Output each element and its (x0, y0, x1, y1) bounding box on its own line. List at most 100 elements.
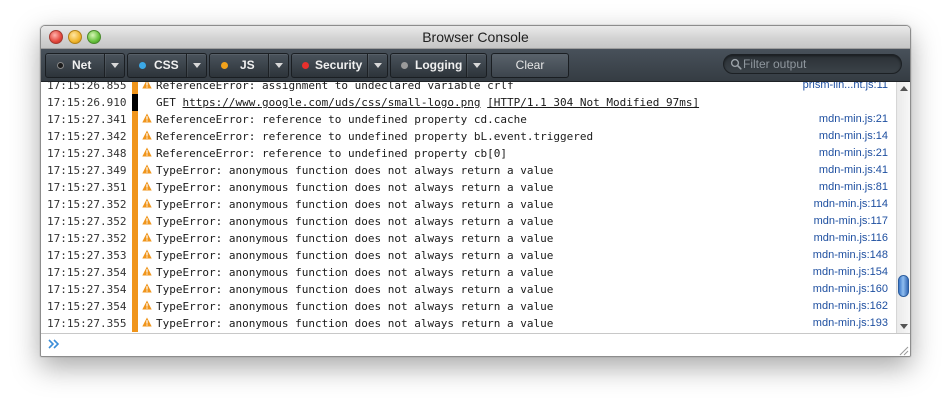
message-category-bar (132, 213, 138, 230)
console-message-row[interactable]: 17:15:27.352 TypeError: anonymous functio… (41, 213, 896, 230)
message-category-bar (132, 111, 138, 128)
search-icon (730, 58, 742, 70)
console-message-row[interactable]: 17:15:27.355 TypeError: anonymous functio… (41, 315, 896, 332)
console-message-row[interactable]: 17:15:27.342 ReferenceError: reference to… (41, 128, 896, 145)
css-status-dot-icon (139, 62, 146, 69)
console-message-row[interactable]: 17:15:26.855 ReferenceError: assignment t… (41, 82, 896, 94)
command-line[interactable] (41, 333, 910, 356)
filter-output-input[interactable] (743, 56, 893, 72)
message-body: ReferenceError: reference to undefined p… (156, 147, 507, 160)
css-dropdown-chevron-icon[interactable] (193, 63, 201, 68)
message-source-link[interactable]: mdn-min.js:21 (819, 113, 888, 125)
warning-icon (142, 232, 152, 242)
request-url-link[interactable]: https://www.google.com/uds/css/small-log… (183, 96, 481, 109)
js-filter-button[interactable]: JS (209, 53, 289, 78)
scroll-up-arrow-icon[interactable] (900, 86, 908, 91)
message-text: TypeError: anonymous function does not a… (156, 283, 553, 296)
console-message-row[interactable]: 17:15:27.353 TypeError: anonymous functio… (41, 247, 896, 264)
message-timestamp: 17:15:27.342 (47, 130, 127, 143)
message-source-link[interactable]: mdn-min.js:154 (813, 266, 888, 278)
js-dropdown-chevron-icon[interactable] (275, 63, 283, 68)
message-timestamp: 17:15:27.341 (47, 113, 127, 126)
warning-icon (142, 130, 152, 140)
message-category-bar (132, 179, 138, 196)
message-text: TypeError: anonymous function does not a… (156, 232, 553, 245)
message-source-link[interactable]: mdn-min.js:193 (813, 317, 888, 329)
message-text: ReferenceError: reference to undefined p… (156, 113, 527, 126)
message-category-bar (132, 315, 138, 332)
message-source-link[interactable]: mdn-min.js:21 (819, 147, 888, 159)
message-source-link[interactable]: mdn-min.js:162 (813, 300, 888, 312)
response-status-link[interactable]: [HTTP/1.1 304 Not Modified 97ms] (487, 96, 699, 109)
filter-toolbar: Net CSS JS Security Logging Clear Filter… (41, 49, 910, 82)
message-timestamp: 17:15:26.910 (47, 96, 127, 109)
message-text: TypeError: anonymous function does not a… (156, 181, 553, 194)
console-message-row[interactable]: 17:15:27.354 TypeError: anonymous functio… (41, 264, 896, 281)
command-input[interactable] (65, 337, 869, 355)
filter-output-field[interactable] (723, 54, 902, 74)
logging-filter-button[interactable]: Logging (390, 53, 487, 78)
security-filter-button[interactable]: Security (291, 53, 388, 78)
warning-icon (142, 198, 152, 208)
console-message-row[interactable]: 17:15:27.341 ReferenceError: reference to… (41, 111, 896, 128)
message-text: TypeError: anonymous function does not a… (156, 300, 553, 313)
message-timestamp: 17:15:27.354 (47, 283, 127, 296)
message-body: TypeError: anonymous function does not a… (156, 215, 554, 228)
css-filter-button[interactable]: CSS (127, 53, 207, 78)
message-body: TypeError: anonymous function does not a… (156, 198, 554, 211)
message-text: ReferenceError: reference to undefined p… (156, 147, 507, 160)
scroll-down-arrow-icon[interactable] (900, 324, 908, 329)
console-message-row[interactable]: 17:15:27.351 TypeError: anonymous functio… (41, 179, 896, 196)
message-source-link[interactable]: mdn-min.js:14 (819, 130, 888, 142)
message-body: GET (156, 96, 183, 109)
message-source-link[interactable]: mdn-min.js:41 (819, 164, 888, 176)
warning-icon (142, 317, 152, 327)
message-text: TypeError: anonymous function does not a… (156, 215, 553, 228)
title-bar[interactable]: Browser Console (41, 26, 910, 49)
message-text: TypeError: anonymous function does not a… (156, 198, 553, 211)
console-output[interactable]: 17:15:26.855 ReferenceError: assignment t… (41, 82, 896, 333)
js-status-dot-icon (221, 62, 228, 69)
console-message-row[interactable]: 17:15:27.352 TypeError: anonymous functio… (41, 196, 896, 213)
message-body: TypeError: anonymous function does not a… (156, 283, 554, 296)
message-body: TypeError: anonymous function does not a… (156, 249, 554, 262)
security-status-dot-icon (302, 62, 309, 69)
warning-icon (142, 249, 152, 259)
console-message-row[interactable]: 17:15:26.910 GET https://www.google.com/u… (41, 94, 896, 111)
console-message-row[interactable]: 17:15:27.354 TypeError: anonymous functio… (41, 298, 896, 315)
message-text: TypeError: anonymous function does not a… (156, 317, 553, 330)
net-filter-button[interactable]: Net (45, 53, 125, 78)
vertical-scrollbar[interactable] (896, 82, 910, 333)
console-message-row[interactable]: 17:15:27.349 TypeError: anonymous functio… (41, 162, 896, 179)
scrollbar-thumb[interactable] (898, 275, 909, 297)
message-category-bar (132, 196, 138, 213)
message-text: GET https://www.google.com/uds/css/small… (156, 96, 699, 109)
message-source-link[interactable]: mdn-min.js:148 (813, 249, 888, 261)
message-source-link[interactable]: mdn-min.js:117 (814, 215, 888, 227)
console-message-row[interactable]: 17:15:27.348 ReferenceError: reference to… (41, 145, 896, 162)
net-dropdown-chevron-icon[interactable] (111, 63, 119, 68)
security-dropdown-chevron-icon[interactable] (374, 63, 382, 68)
logging-filter-label: Logging (415, 58, 463, 72)
message-text: ReferenceError: assignment to undeclared… (156, 82, 514, 92)
warning-icon (142, 215, 152, 225)
message-source-link[interactable]: mdn-min.js:114 (814, 198, 888, 210)
message-source-link[interactable]: mdn-min.js:160 (813, 283, 888, 295)
message-source-link[interactable]: mdn-min.js:116 (814, 232, 888, 244)
message-category-bar (132, 94, 138, 111)
logging-dropdown-chevron-icon[interactable] (473, 63, 481, 68)
message-source-link[interactable]: prism-lin...ht.js:11 (803, 82, 888, 91)
console-message-row[interactable]: 17:15:27.354 TypeError: anonymous functio… (41, 281, 896, 298)
resize-grip-icon[interactable] (898, 345, 909, 356)
message-category-bar (132, 247, 138, 264)
message-source-link[interactable]: mdn-min.js:81 (819, 181, 888, 193)
message-timestamp: 17:15:27.352 (47, 232, 127, 245)
clear-button[interactable]: Clear (491, 53, 569, 78)
js-filter-label: JS (240, 58, 255, 72)
window-title: Browser Console (422, 29, 529, 45)
console-message-row[interactable]: 17:15:27.352 TypeError: anonymous functio… (41, 230, 896, 247)
security-filter-label: Security (315, 58, 363, 72)
warning-icon (142, 283, 152, 293)
message-timestamp: 17:15:27.352 (47, 215, 127, 228)
message-category-bar (132, 162, 138, 179)
